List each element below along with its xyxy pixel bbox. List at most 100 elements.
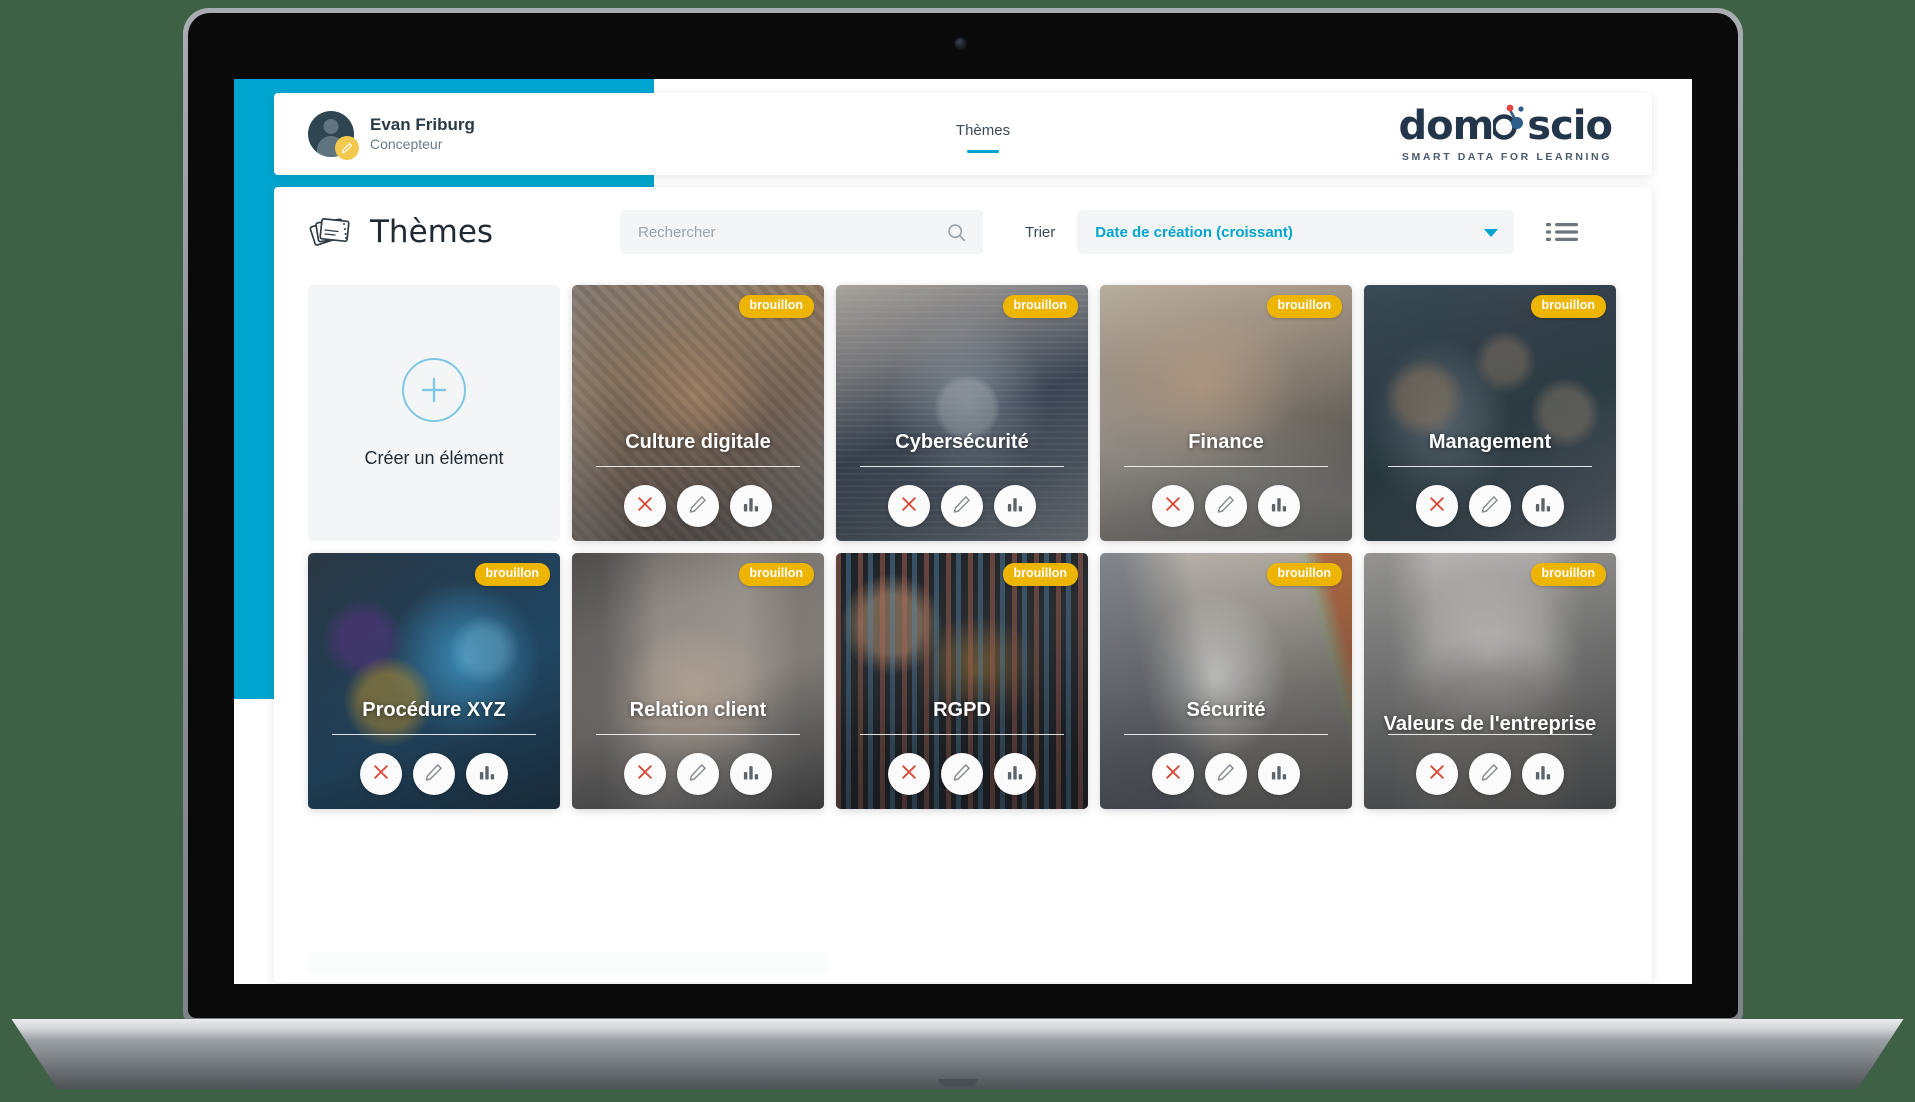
close-x-icon xyxy=(899,494,919,519)
card-title: Sécurité xyxy=(1186,699,1266,722)
theme-card[interactable]: brouillon Cybersécurité xyxy=(836,285,1088,541)
pencil-icon xyxy=(952,762,972,787)
stats-button[interactable] xyxy=(466,753,508,795)
search-input[interactable] xyxy=(638,223,939,241)
pencil-badge-icon[interactable] xyxy=(335,136,359,160)
theme-card[interactable]: brouillon Management xyxy=(1364,285,1616,541)
bottom-ghost-element xyxy=(308,952,828,974)
edit-button[interactable] xyxy=(1469,485,1511,527)
status-badge: brouillon xyxy=(1002,563,1078,586)
theme-card[interactable]: brouillon Finance xyxy=(1100,285,1352,541)
status-badge: brouillon xyxy=(738,295,814,318)
stats-button[interactable] xyxy=(730,485,772,527)
edit-button[interactable] xyxy=(677,753,719,795)
close-x-button[interactable] xyxy=(1416,753,1458,795)
theme-card[interactable]: brouillon Sécurité xyxy=(1100,553,1352,809)
search-field[interactable] xyxy=(620,210,983,254)
card-actions xyxy=(572,753,824,795)
bar-chart-icon xyxy=(1269,494,1289,519)
theme-card[interactable]: brouillon Procédure XYZ xyxy=(308,553,560,809)
card-divider xyxy=(1388,734,1592,735)
close-x-icon xyxy=(635,494,655,519)
brand-logo-wordmark: dom scio xyxy=(1398,102,1613,149)
theme-card[interactable]: brouillon Relation client xyxy=(572,553,824,809)
card-divider xyxy=(860,734,1064,735)
stats-button[interactable] xyxy=(730,753,772,795)
close-x-button[interactable] xyxy=(1152,485,1194,527)
card-title: Culture digitale xyxy=(625,431,771,454)
nav-tab-themes[interactable]: Thèmes xyxy=(952,116,1014,153)
edit-button[interactable] xyxy=(941,753,983,795)
bar-chart-icon xyxy=(741,494,761,519)
user-profile[interactable]: Evan Friburg Concepteur xyxy=(274,111,694,160)
close-x-button[interactable] xyxy=(624,753,666,795)
card-title: Finance xyxy=(1188,431,1264,454)
status-badge: brouillon xyxy=(1266,295,1342,318)
close-x-button[interactable] xyxy=(1152,753,1194,795)
close-x-icon xyxy=(899,762,919,787)
stats-button[interactable] xyxy=(994,485,1036,527)
close-x-icon xyxy=(635,762,655,787)
brand-logo-text-part-1: dom xyxy=(1398,102,1494,149)
bar-chart-icon xyxy=(1533,494,1553,519)
close-x-icon xyxy=(371,762,391,787)
card-title: Procédure XYZ xyxy=(362,699,506,722)
card-actions xyxy=(836,753,1088,795)
theme-card[interactable]: brouillon Culture digitale xyxy=(572,285,824,541)
close-x-button[interactable] xyxy=(624,485,666,527)
edit-button[interactable] xyxy=(1469,753,1511,795)
search-icon[interactable] xyxy=(946,222,967,248)
edit-button[interactable] xyxy=(1205,753,1247,795)
chevron-down-icon[interactable] xyxy=(1484,229,1499,237)
edit-button[interactable] xyxy=(677,485,719,527)
bar-chart-icon xyxy=(741,762,761,787)
close-x-button[interactable] xyxy=(888,485,930,527)
brand-tagline: SMART DATA FOR LEARNING xyxy=(1401,150,1612,163)
stats-button[interactable] xyxy=(1258,753,1300,795)
cards-stack-icon xyxy=(308,210,354,255)
profile-text: Evan Friburg Concepteur xyxy=(370,114,475,154)
theme-card[interactable]: brouillon Valeurs de l'entreprise xyxy=(1364,553,1616,809)
theme-card[interactable]: brouillon RGPD xyxy=(836,553,1088,809)
pencil-icon xyxy=(688,494,708,519)
card-divider xyxy=(1124,466,1328,467)
pencil-icon xyxy=(1216,762,1236,787)
card-actions xyxy=(1100,485,1352,527)
close-x-icon xyxy=(1427,494,1447,519)
stats-button[interactable] xyxy=(994,753,1036,795)
status-badge: brouillon xyxy=(738,563,814,586)
edit-button[interactable] xyxy=(413,753,455,795)
card-divider xyxy=(596,466,800,467)
close-x-button[interactable] xyxy=(360,753,402,795)
stats-button[interactable] xyxy=(1258,485,1300,527)
content-panel: Thèmes Trier Date de créatio xyxy=(274,187,1652,982)
status-badge: brouillon xyxy=(1530,295,1606,318)
bar-chart-icon xyxy=(1269,762,1289,787)
card-actions xyxy=(836,485,1088,527)
close-x-button[interactable] xyxy=(1416,485,1458,527)
create-element-label: Créer un élément xyxy=(364,447,504,468)
stats-button[interactable] xyxy=(1522,485,1564,527)
create-element-card[interactable]: Créer un élément xyxy=(308,285,560,541)
close-x-icon xyxy=(1163,762,1183,787)
molecule-o-icon xyxy=(1493,104,1527,143)
sort-selected-value: Date de création (croissant) xyxy=(1095,223,1293,241)
edit-button[interactable] xyxy=(941,485,983,527)
edit-button[interactable] xyxy=(1205,485,1247,527)
pencil-icon xyxy=(688,762,708,787)
bar-chart-icon xyxy=(1533,762,1553,787)
laptop-screen: Evan Friburg Concepteur Thèmes dom scio … xyxy=(234,79,1692,984)
card-actions xyxy=(308,753,560,795)
card-divider xyxy=(1388,466,1592,467)
close-x-button[interactable] xyxy=(888,753,930,795)
status-badge: brouillon xyxy=(474,563,550,586)
sort-select[interactable]: Date de création (croissant) xyxy=(1077,210,1515,254)
stats-button[interactable] xyxy=(1522,753,1564,795)
pencil-icon xyxy=(424,762,444,787)
list-view-icon[interactable] xyxy=(1546,220,1579,244)
pencil-icon xyxy=(952,494,972,519)
brand-logo-text-part-2: scio xyxy=(1527,102,1613,149)
header-nav: Thèmes xyxy=(694,93,1272,175)
card-actions xyxy=(572,485,824,527)
close-x-icon xyxy=(1163,494,1183,519)
